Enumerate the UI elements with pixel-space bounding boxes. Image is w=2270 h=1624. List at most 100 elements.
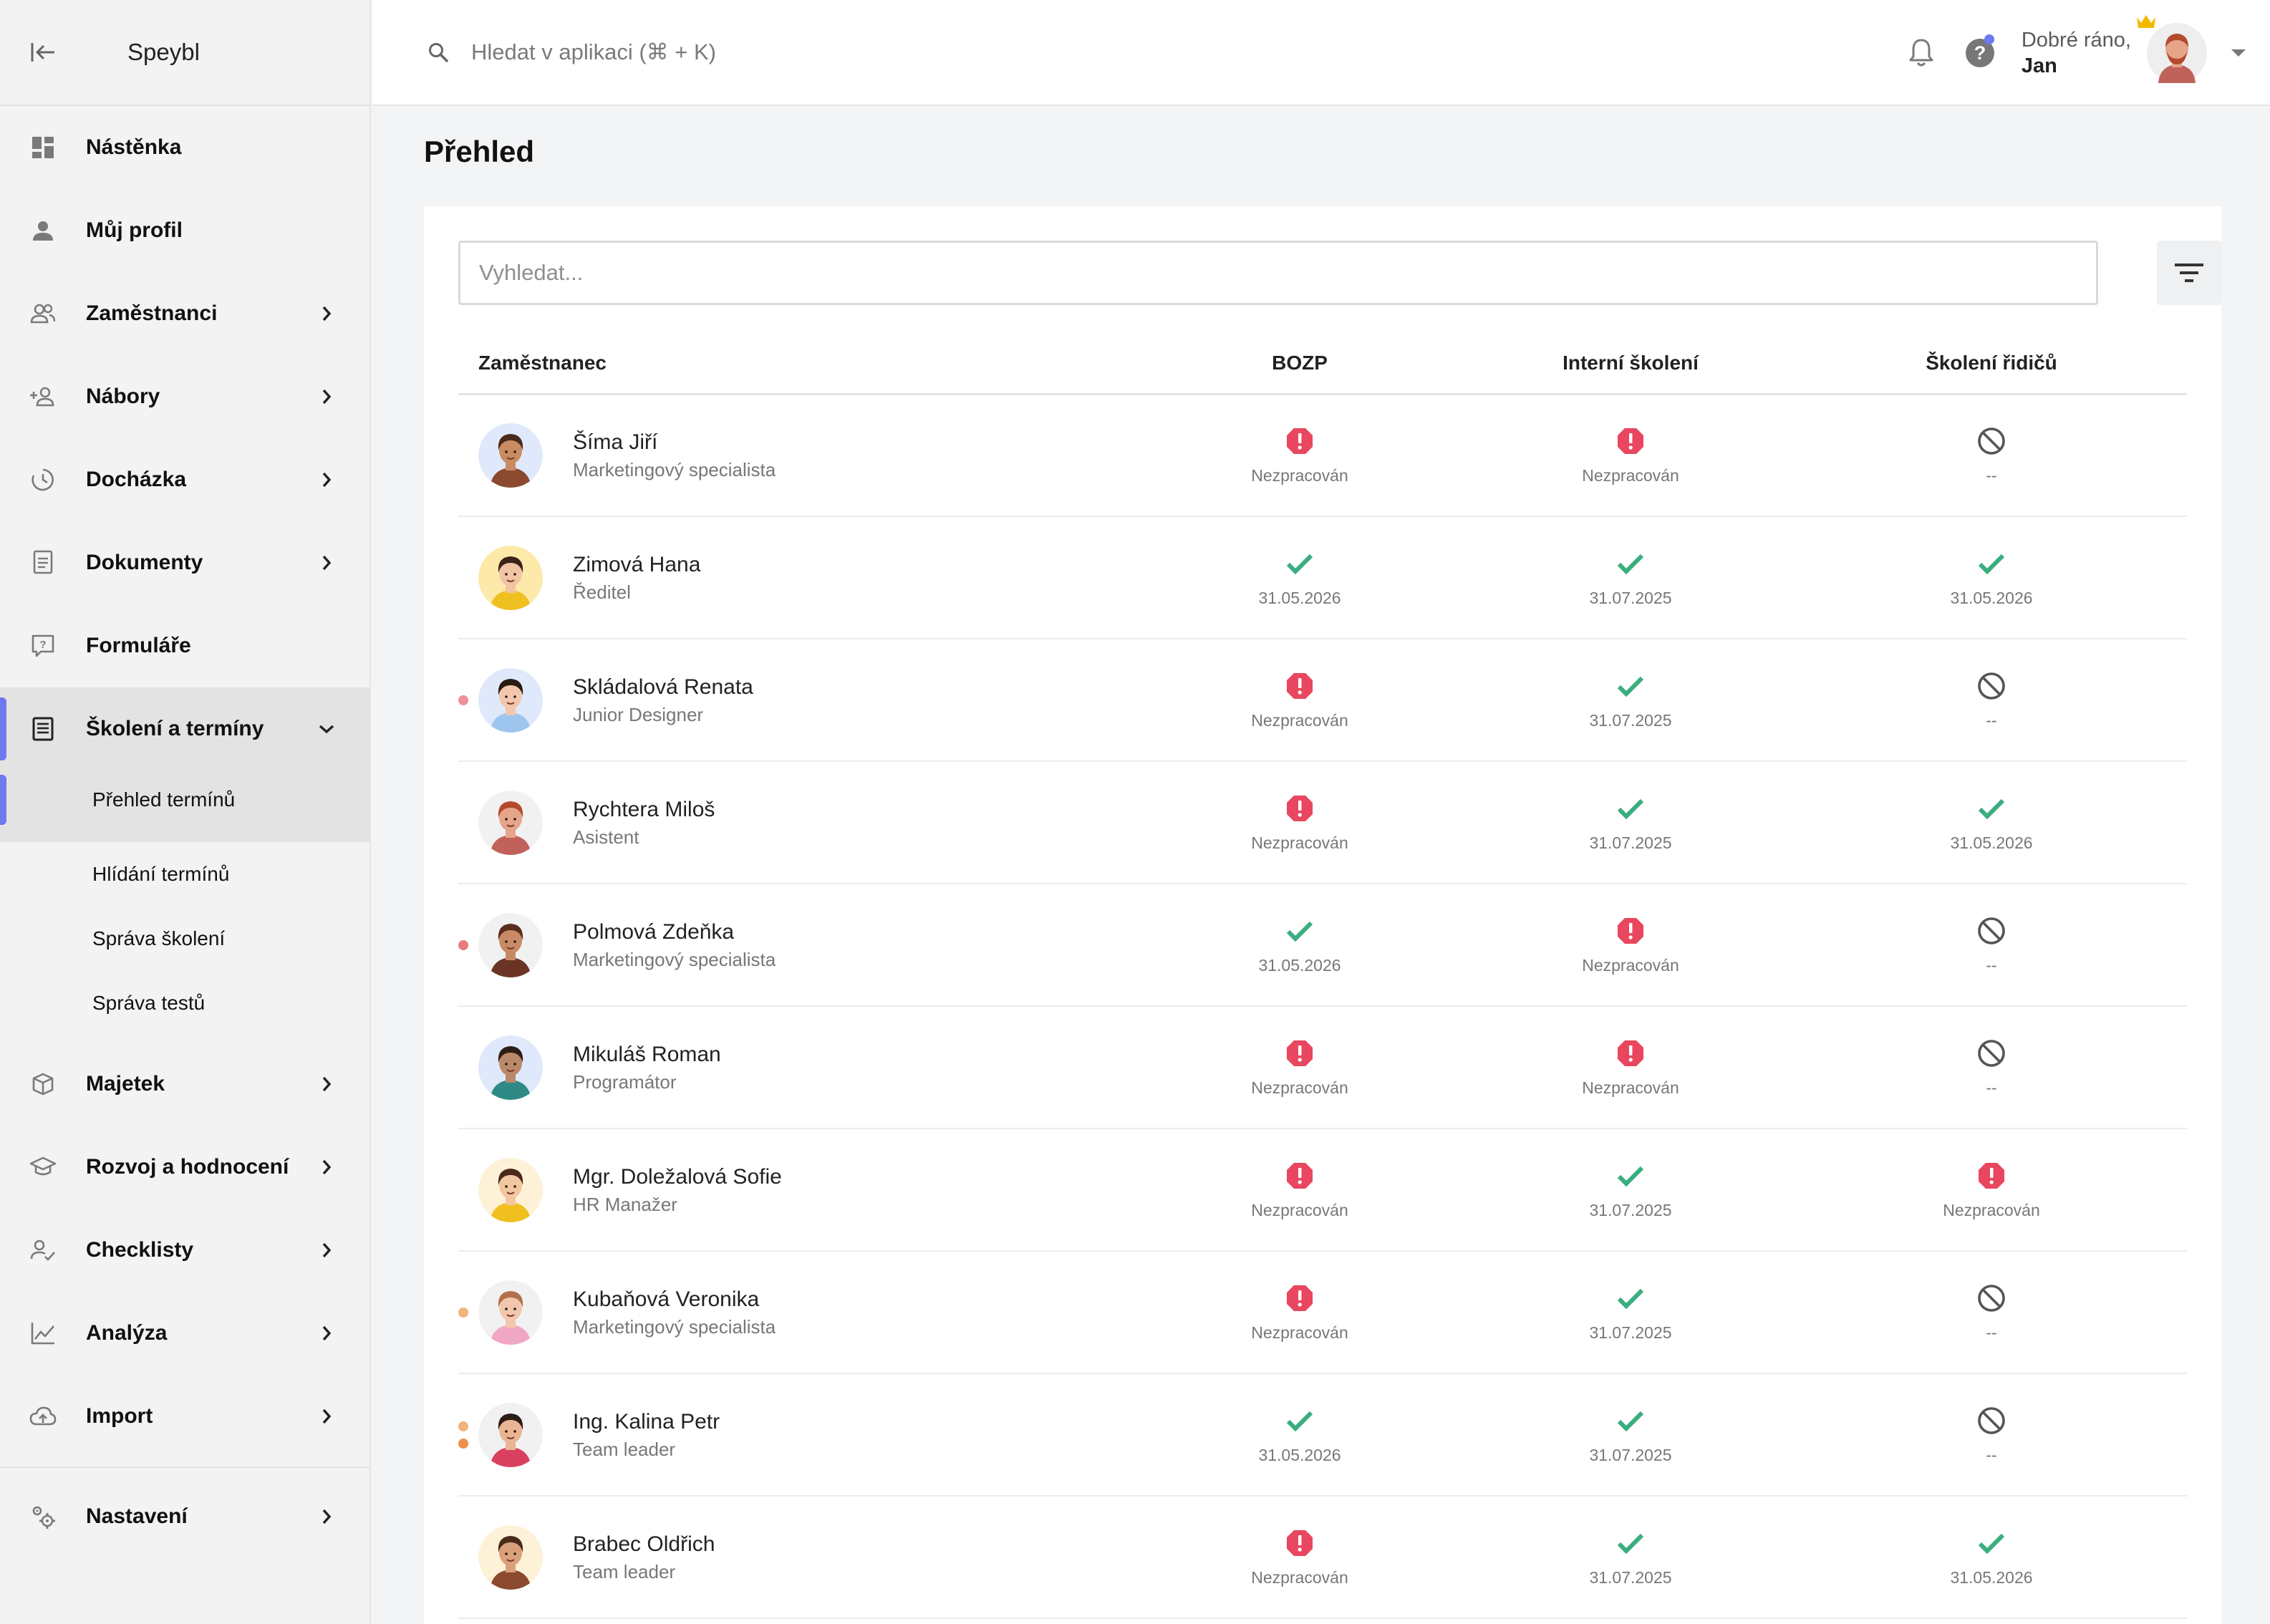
status-icon-wrap (1285, 1160, 1314, 1192)
internal-training-cell[interactable]: 31.07.2025 (1465, 1496, 1796, 1619)
user-avatar[interactable] (2137, 15, 2207, 83)
sidebar-item-dokumenty[interactable]: Dokumenty (0, 521, 370, 604)
check-icon (1286, 554, 1313, 574)
driver-training-cell[interactable]: -- (1796, 884, 2187, 1007)
table-body: Šíma Jiří Marketingový specialista Nezpr… (458, 394, 2187, 1619)
employee-cell[interactable]: Skládalová Renata Junior Designer (458, 639, 1134, 762)
column-header-driver-training[interactable]: Školení řidičů (1796, 334, 2187, 395)
people-icon (0, 301, 86, 326)
driver-training-cell[interactable]: Nezpracován (1796, 1128, 2187, 1252)
table-row[interactable]: Mikuláš Roman Programátor Nezpracován Ne… (458, 1006, 2187, 1129)
column-header-internal-training[interactable]: Interní školení (1465, 334, 1796, 395)
table-row[interactable]: Skládalová Renata Junior Designer Nezpra… (458, 639, 2187, 762)
sidebar-item-nastaveni[interactable]: Nastavení (0, 1468, 370, 1565)
employee-cell[interactable]: Rychtera Miloš Asistent (458, 761, 1134, 884)
sidebar-item-zamestnanci[interactable]: Zaměstnanci (0, 272, 370, 355)
table-row[interactable]: Polmová Zdeňka Marketingový specialista … (458, 884, 2187, 1007)
employee-cell[interactable]: Polmová Zdeňka Marketingový specialista (458, 884, 1134, 1007)
global-search-input[interactable] (471, 39, 1187, 65)
internal-training-cell[interactable]: 31.07.2025 (1465, 516, 1796, 639)
internal-training-cell[interactable]: Nezpracován (1465, 884, 1796, 1007)
table-row[interactable]: Mgr. Doležalová Sofie HR Manažer Nezprac… (458, 1128, 2187, 1252)
training-status: -- (1976, 915, 2006, 975)
help-button[interactable]: ? (1963, 34, 1997, 70)
internal-training-cell[interactable]: Nezpracován (1465, 1006, 1796, 1129)
training-table: Zaměstnanec BOZP Interní školení Školení… (458, 334, 2187, 1619)
submenu-item-hlidani-terminu[interactable]: Hlídání termínů (0, 842, 370, 907)
driver-training-cell[interactable]: 31.05.2026 (1796, 516, 2187, 639)
user-menu-dropdown[interactable] (2207, 48, 2270, 58)
filter-button[interactable] (2157, 241, 2221, 305)
employee-cell[interactable]: Zimová Hana Ředitel (458, 516, 1134, 639)
sidebar-item-nastenka[interactable]: Nástěnka (0, 106, 370, 189)
bozp-cell[interactable]: Nezpracován (1134, 1251, 1465, 1374)
driver-training-cell[interactable]: -- (1796, 1373, 2187, 1497)
submenu-item-label: Hlídání termínů (92, 863, 230, 885)
sidebar-item-muj-profil[interactable]: Můj profil (0, 189, 370, 272)
internal-training-cell[interactable]: 31.07.2025 (1465, 761, 1796, 884)
column-header-bozp[interactable]: BOZP (1134, 334, 1465, 395)
submenu-item-sprava-testu[interactable]: Správa testů (0, 971, 370, 1035)
bozp-cell[interactable]: Nezpracován (1134, 394, 1465, 517)
bozp-cell[interactable]: 31.05.2026 (1134, 516, 1465, 639)
submenu-item-sprava-skoleni[interactable]: Správa školení (0, 907, 370, 971)
table-row[interactable]: Rychtera Miloš Asistent Nezpracován 31.0… (458, 761, 2187, 884)
internal-training-cell[interactable]: Nezpracován (1465, 394, 1796, 517)
sidebar-item-analyza[interactable]: Analýza (0, 1292, 370, 1375)
employee-avatar-image (478, 1280, 543, 1345)
training-status: 31.05.2026 (1950, 1527, 2033, 1587)
sidebar-item-label: Nástěnka (86, 135, 182, 159)
employee-cell[interactable]: Mikuláš Roman Programátor (458, 1006, 1134, 1129)
training-status: Nezpracován (1251, 1038, 1348, 1098)
driver-training-cell[interactable]: -- (1796, 394, 2187, 517)
driver-training-cell[interactable]: -- (1796, 639, 2187, 762)
table-row[interactable]: Zimová Hana Ředitel 31.05.2026 31.07.202… (458, 516, 2187, 639)
sidebar-item-majetek[interactable]: Majetek (0, 1043, 370, 1126)
collapse-sidebar-button[interactable] (0, 0, 86, 105)
table-row[interactable]: Ing. Kalina Petr Team leader 31.05.2026 … (458, 1373, 2187, 1497)
sidebar-item-checklisty[interactable]: Checklisty (0, 1209, 370, 1292)
column-header-employee[interactable]: Zaměstnanec (458, 334, 1134, 395)
sidebar-item-label: Můj profil (86, 218, 183, 242)
internal-training-cell[interactable]: 31.07.2025 (1465, 1373, 1796, 1497)
employee-info: Ing. Kalina Petr Team leader (458, 1402, 1134, 1467)
training-status: 31.07.2025 (1589, 548, 1672, 608)
bozp-cell[interactable]: Nezpracován (1134, 1128, 1465, 1252)
employee-cell[interactable]: Kubaňová Veronika Marketingový specialis… (458, 1251, 1134, 1374)
overview-card: Zaměstnanec BOZP Interní školení Školení… (424, 206, 2221, 1624)
status-dots (458, 1421, 468, 1449)
sidebar-item-rozvoj-a-hodnoceni[interactable]: Rozvoj a hodnocení (0, 1126, 370, 1209)
help-badge (1984, 34, 1994, 44)
employee-search-input[interactable] (458, 241, 2098, 305)
global-search (427, 39, 1286, 65)
driver-training-cell[interactable]: 31.05.2026 (1796, 1496, 2187, 1619)
submenu-item-prehled-terminu[interactable]: Přehled termínů (0, 770, 370, 842)
sidebar-item-formulare[interactable]: ? Formuláře (0, 604, 370, 687)
bozp-cell[interactable]: Nezpracován (1134, 761, 1465, 884)
driver-training-cell[interactable]: -- (1796, 1006, 2187, 1129)
sidebar-item-dochazka[interactable]: Docházka (0, 438, 370, 521)
driver-training-cell[interactable]: 31.05.2026 (1796, 761, 2187, 884)
table-row[interactable]: Brabec Oldřich Team leader Nezpracován 3… (458, 1496, 2187, 1619)
internal-training-cell[interactable]: 31.07.2025 (1465, 639, 1796, 762)
sidebar-item-skoleni-a-terminy[interactable]: Školení a termíny (0, 687, 370, 770)
internal-training-cell[interactable]: 31.07.2025 (1465, 1251, 1796, 1374)
employee-cell[interactable]: Ing. Kalina Petr Team leader (458, 1373, 1134, 1497)
bozp-cell[interactable]: 31.05.2026 (1134, 1373, 1465, 1497)
sidebar-item-import[interactable]: Import (0, 1375, 370, 1458)
bozp-cell[interactable]: 31.05.2026 (1134, 884, 1465, 1007)
employee-cell[interactable]: Mgr. Doležalová Sofie HR Manažer (458, 1128, 1134, 1252)
employee-cell[interactable]: Šíma Jiří Marketingový specialista (458, 394, 1134, 517)
employee-avatar-image (478, 1035, 543, 1100)
bozp-cell[interactable]: Nezpracován (1134, 1006, 1465, 1129)
notifications-button[interactable] (1900, 37, 1943, 69)
sidebar-item-nabory[interactable]: Nábory (0, 355, 370, 438)
table-row[interactable]: Kubaňová Veronika Marketingový specialis… (458, 1251, 2187, 1374)
driver-training-cell[interactable]: -- (1796, 1251, 2187, 1374)
employee-cell[interactable]: Brabec Oldřich Team leader (458, 1496, 1134, 1619)
status-text: 31.05.2026 (1258, 588, 1341, 607)
table-row[interactable]: Šíma Jiří Marketingový specialista Nezpr… (458, 394, 2187, 517)
bozp-cell[interactable]: Nezpracován (1134, 639, 1465, 762)
bozp-cell[interactable]: Nezpracován (1134, 1496, 1465, 1619)
internal-training-cell[interactable]: 31.07.2025 (1465, 1128, 1796, 1252)
